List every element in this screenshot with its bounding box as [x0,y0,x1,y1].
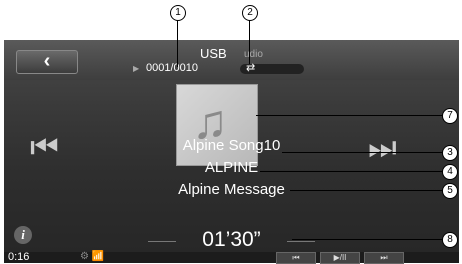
callout-3-leader [282,152,442,153]
control-playpause-button[interactable]: ▶/II [320,252,360,264]
source-title: USB [200,46,227,61]
track-count: 0001/0010 [146,62,198,74]
status-icons: ⚙ 📶 [80,251,105,262]
repeat-icon[interactable]: ⇄ [246,62,255,74]
callout-7: 7 [442,108,458,124]
callout-2: 2 [242,5,258,21]
callout-1-leader [177,19,178,67]
back-button[interactable]: ‹ [16,50,78,74]
callout-5-leader [290,190,442,191]
callout-5: 5 [442,183,458,199]
elapsed-time: 0:16 [8,251,30,263]
artist-name: ALPINE [204,159,259,176]
callout-7-leader [256,115,442,116]
control-prev-button[interactable]: ⏮ [276,252,316,264]
control-next-button[interactable]: ⏭ [364,252,404,264]
play-indicator-icon: ▶ [133,64,140,73]
info-icon[interactable]: i [14,226,32,244]
source-subtitle: udio [244,49,263,60]
callout-8-leader [292,239,442,240]
callout-3: 3 [442,145,458,161]
callout-8: 8 [442,232,458,248]
callout-4: 4 [442,164,458,180]
callout-4-leader [260,171,442,172]
total-time: 01’30” [202,228,261,251]
callout-1: 1 [170,5,186,21]
callout-2-leader [249,19,250,64]
